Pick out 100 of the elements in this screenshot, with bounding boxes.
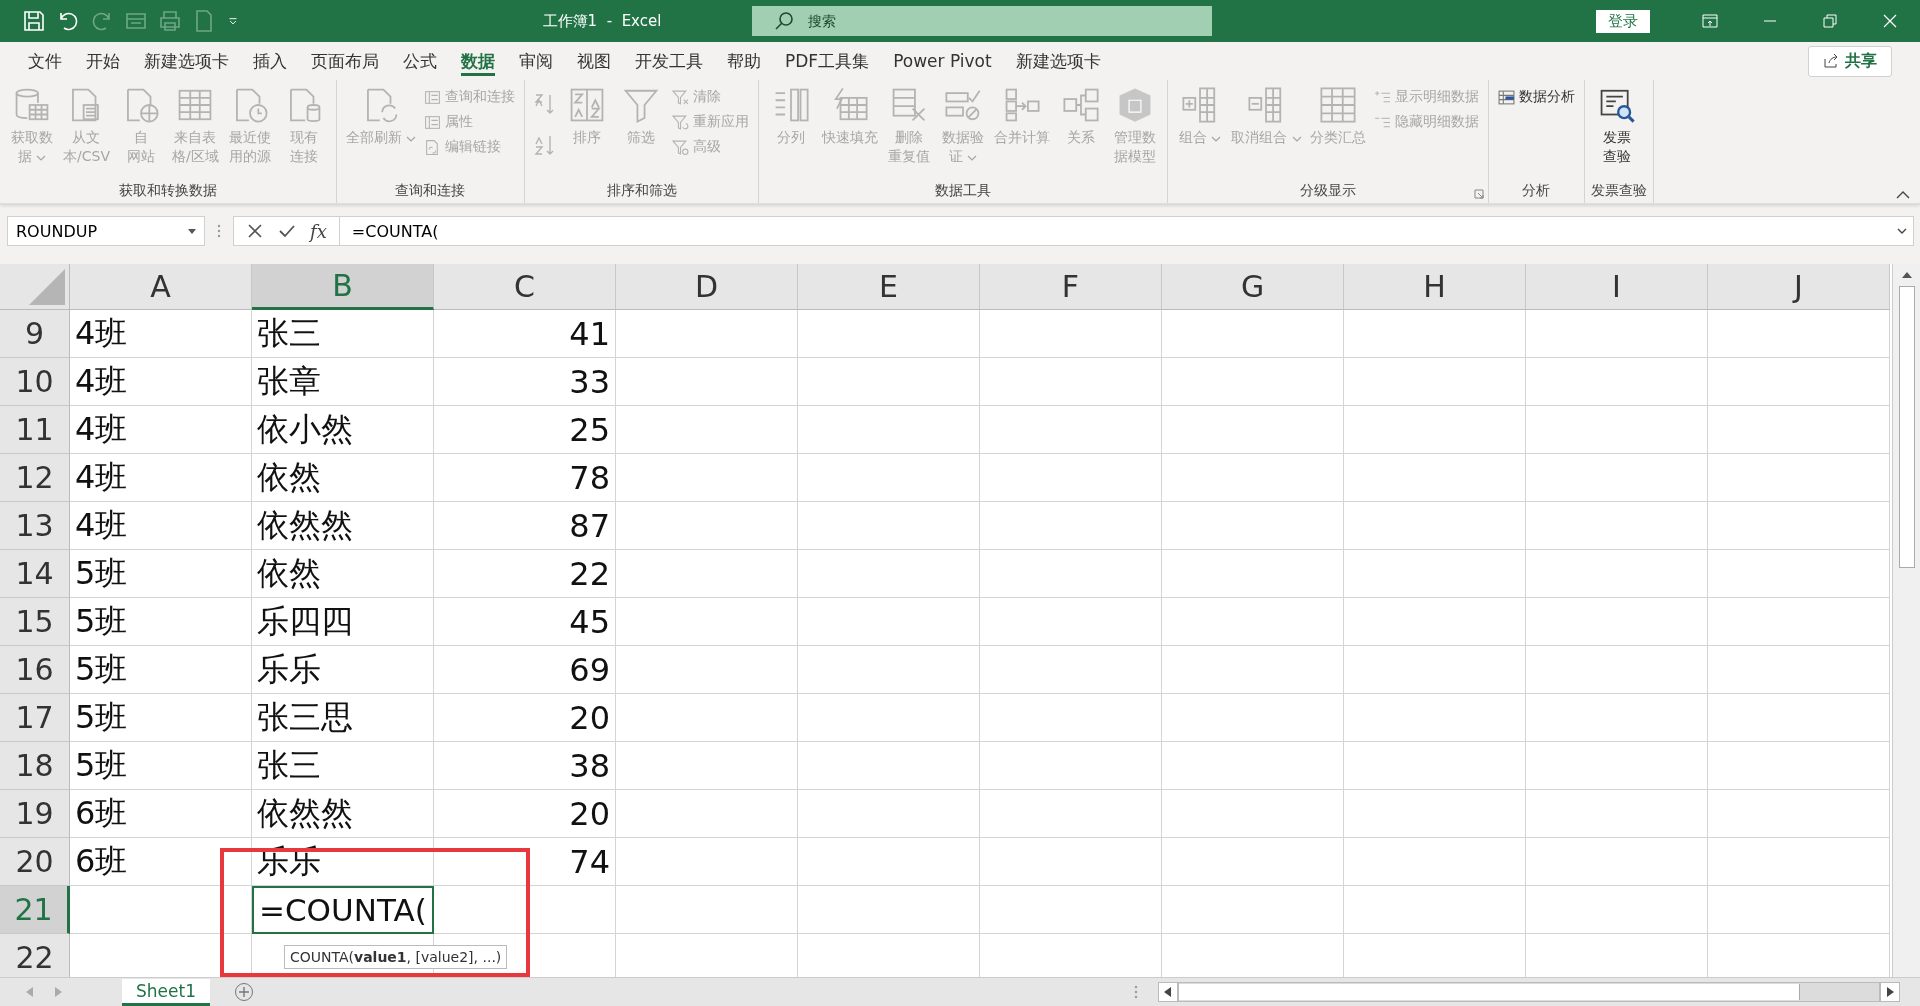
- column-header[interactable]: H: [1344, 264, 1526, 310]
- menu-tab[interactable]: PDF工具集: [773, 42, 882, 80]
- column-header[interactable]: A: [70, 264, 252, 310]
- window-title: 工作簿1 - Excel: [541, 11, 663, 31]
- row-header[interactable]: 9: [0, 310, 70, 358]
- list-icon: [424, 88, 442, 106]
- table-cell: 依然: [252, 550, 434, 598]
- table-cell: 乐四四: [252, 598, 434, 646]
- scrollbar-thumb[interactable]: [1179, 984, 1800, 1000]
- table-cell: 4班: [70, 310, 252, 358]
- menu-tab[interactable]: 新建选项卡: [132, 42, 241, 80]
- menu-tab[interactable]: 开发工具: [623, 42, 715, 80]
- list-icon: [424, 113, 442, 131]
- row-header[interactable]: 22: [0, 934, 70, 977]
- expand-caret-icon[interactable]: [1897, 228, 1907, 234]
- add-sheet-icon[interactable]: [233, 982, 254, 1002]
- row-header[interactable]: 14: [0, 550, 70, 598]
- row-header[interactable]: 18: [0, 742, 70, 790]
- table-cell: 25: [434, 406, 616, 454]
- table-cell: 87: [434, 502, 616, 550]
- next-sheet-icon[interactable]: [54, 987, 62, 997]
- group-label: 分析: [1522, 181, 1551, 200]
- group-label: 查询和连接: [395, 181, 466, 200]
- row-header[interactable]: 21: [0, 886, 70, 934]
- funnel-gear-icon: [672, 138, 690, 156]
- row-header[interactable]: 12: [0, 454, 70, 502]
- share-icon: [1823, 53, 1839, 69]
- group-label: 数据工具: [935, 181, 992, 200]
- formula-field[interactable]: =COUNTA(: [339, 216, 1914, 246]
- save-icon[interactable]: [22, 9, 46, 33]
- menu-tab[interactable]: 公式: [391, 42, 449, 80]
- ribbon-button[interactable]: 数据分析: [1494, 86, 1578, 108]
- close-icon[interactable]: [1882, 13, 1898, 29]
- table-cell: 依然然: [252, 790, 434, 838]
- table-cell: 4班: [70, 454, 252, 502]
- row-header[interactable]: 19: [0, 790, 70, 838]
- row-header[interactable]: 16: [0, 646, 70, 694]
- table-cell: 6班: [70, 790, 252, 838]
- scrollbar-thumb[interactable]: [1898, 286, 1915, 568]
- table-cell: 依然然: [252, 502, 434, 550]
- split-handle-icon[interactable]: [1134, 985, 1138, 999]
- group-label: 获取和转换数据: [118, 181, 217, 200]
- menu-tab[interactable]: 视图: [565, 42, 623, 80]
- share-button[interactable]: 共享: [1808, 45, 1892, 77]
- menu-tab[interactable]: 开始: [74, 42, 132, 80]
- table-cell: 乐乐: [252, 646, 434, 694]
- table-cell: 张三: [252, 310, 434, 358]
- menu-tab[interactable]: 数据: [449, 42, 507, 80]
- column-header[interactable]: E: [798, 264, 980, 310]
- menu-tab[interactable]: 帮助: [715, 42, 773, 80]
- menu-tab[interactable]: 审阅: [507, 42, 565, 80]
- relationship-icon: [1062, 86, 1101, 124]
- row-header[interactable]: 20: [0, 838, 70, 886]
- table-cell: 张三: [252, 742, 434, 790]
- subtotal-icon: [1318, 86, 1357, 124]
- row-header[interactable]: 15: [0, 598, 70, 646]
- restore-icon[interactable]: [1822, 13, 1838, 29]
- row-header[interactable]: 11: [0, 406, 70, 454]
- menu-tab[interactable]: 新建选项卡: [1003, 42, 1113, 80]
- insert-function-button[interactable]: fx: [310, 220, 327, 242]
- group-label: 发票查验: [1590, 181, 1647, 200]
- ribbon-button[interactable]: 发票 查验: [1590, 84, 1643, 168]
- menu-tab[interactable]: 文件: [16, 42, 74, 80]
- funnel-clear-icon: [672, 88, 690, 106]
- column-header[interactable]: I: [1526, 264, 1708, 310]
- table-cell: 5班: [70, 646, 252, 694]
- menu-tab[interactable]: 页面布局: [299, 42, 391, 80]
- collapse-ribbon-icon[interactable]: [1896, 190, 1910, 199]
- row-header[interactable]: 10: [0, 358, 70, 406]
- dialog-launcher-icon[interactable]: [1473, 189, 1484, 199]
- table-cell: 4班: [70, 502, 252, 550]
- column-header[interactable]: B: [252, 264, 434, 310]
- table-cell: 20: [434, 790, 616, 838]
- column-header[interactable]: G: [1162, 264, 1344, 310]
- table-cell: 69: [434, 646, 616, 694]
- scroll-right-icon[interactable]: [1886, 987, 1894, 997]
- drag-handle-icon[interactable]: [217, 223, 221, 239]
- ribbon-display-icon[interactable]: [1702, 13, 1718, 29]
- table-cell: 78: [434, 454, 616, 502]
- column-header[interactable]: D: [616, 264, 798, 310]
- select-all-icon[interactable]: [29, 269, 65, 305]
- cancel-icon[interactable]: [246, 222, 264, 240]
- previous-sheet-icon[interactable]: [26, 987, 34, 997]
- printer-icon[interactable]: [158, 9, 182, 33]
- menu-tab[interactable]: 插入: [241, 42, 299, 80]
- table-cell: 20: [434, 694, 616, 742]
- editing-cell[interactable]: =COUNTA(: [252, 886, 434, 934]
- scroll-left-icon[interactable]: [1164, 987, 1172, 997]
- login-button[interactable]: 登录: [1596, 9, 1650, 33]
- menu-tab[interactable]: Power Pivot: [881, 42, 1004, 80]
- sheet-tab[interactable]: Sheet1: [122, 978, 210, 1006]
- function-tooltip: COUNTA(value1, [value2], ...): [284, 945, 508, 969]
- column-header[interactable]: C: [434, 264, 616, 310]
- column-header[interactable]: F: [980, 264, 1162, 310]
- name-box[interactable]: ROUNDUP: [7, 216, 205, 246]
- table-cell: 4班: [70, 406, 252, 454]
- column-header[interactable]: J: [1708, 264, 1890, 310]
- row-header[interactable]: 17: [0, 694, 70, 742]
- search-field[interactable]: 搜索: [752, 6, 1212, 36]
- row-header[interactable]: 13: [0, 502, 70, 550]
